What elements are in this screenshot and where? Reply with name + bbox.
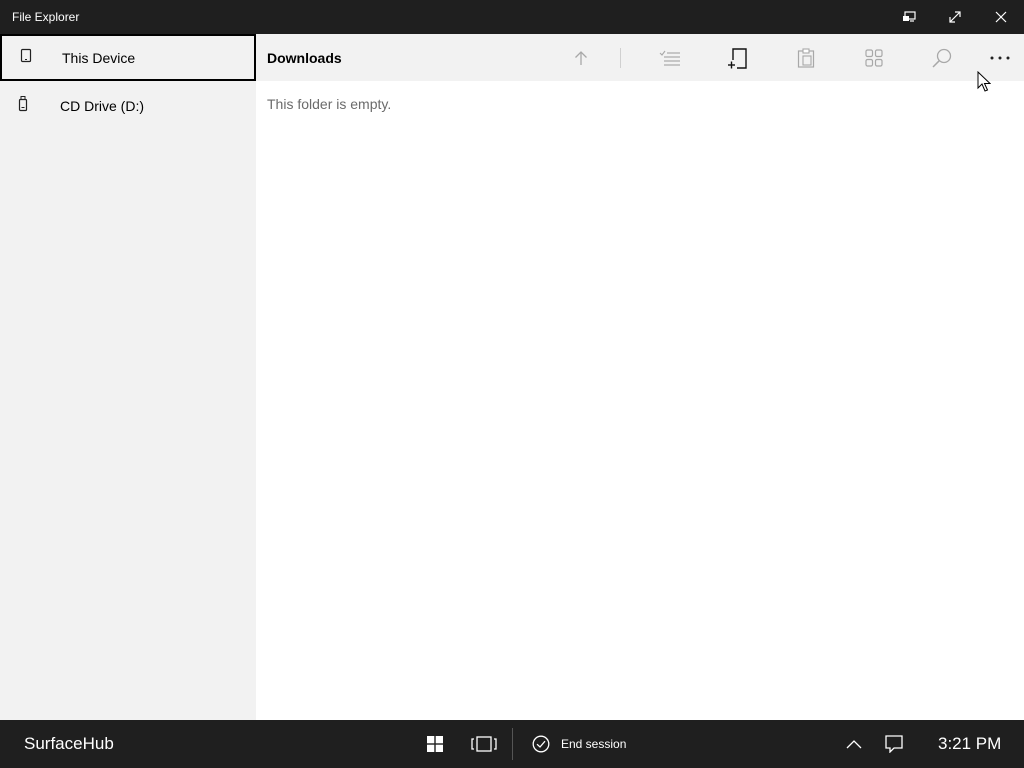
more-icon: [990, 56, 1010, 59]
action-center-button[interactable]: [880, 720, 908, 768]
display-switch-button[interactable]: [886, 0, 932, 34]
view-button[interactable]: [851, 34, 897, 81]
drive-icon: [18, 95, 28, 116]
select-button[interactable]: [647, 34, 693, 81]
toolbar-divider: [620, 48, 621, 68]
paste-icon: [797, 47, 815, 68]
taskbar: SurfaceHub End session 3:21 PM: [0, 720, 1024, 768]
maximize-button[interactable]: [932, 0, 978, 34]
new-folder-icon: [728, 47, 747, 69]
title-bar: File Explorer: [0, 0, 1024, 34]
new-folder-button[interactable]: [715, 34, 761, 81]
end-session-label: End session: [561, 737, 627, 751]
action-center-icon: [885, 735, 903, 753]
taskbar-divider: [512, 728, 513, 760]
check-circle-icon: [532, 735, 550, 753]
toolbar: Downloads: [256, 34, 1024, 81]
paste-button[interactable]: [783, 34, 829, 81]
folder-title: Downloads: [267, 50, 342, 66]
search-icon: [932, 48, 952, 68]
device-icon: [20, 48, 32, 67]
taskbar-clock[interactable]: 3:21 PM: [938, 734, 1001, 754]
search-button[interactable]: [919, 34, 965, 81]
task-view-icon: [471, 736, 497, 752]
up-button[interactable]: [558, 34, 604, 81]
select-list-icon: [659, 50, 680, 66]
display-switch-icon: [903, 11, 916, 22]
empty-folder-message: This folder is empty.: [267, 96, 392, 112]
maximize-icon: [949, 11, 961, 23]
view-grid-icon: [865, 48, 883, 67]
end-session-button[interactable]: End session: [532, 720, 626, 768]
sidebar-item-label: CD Drive (D:): [60, 97, 144, 114]
mouse-cursor-icon: [977, 71, 991, 92]
sidebar-item-label: This Device: [62, 49, 136, 66]
start-button[interactable]: [420, 720, 450, 768]
file-list-area[interactable]: This folder is empty.: [256, 81, 1024, 720]
chevron-up-icon: [846, 740, 862, 749]
window-title: File Explorer: [12, 10, 80, 24]
device-name: SurfaceHub: [24, 734, 114, 753]
task-view-button[interactable]: [466, 720, 502, 768]
close-icon: [995, 11, 1007, 23]
sidebar-item-cd-drive[interactable]: CD Drive (D:): [0, 82, 256, 129]
windows-start-icon: [427, 736, 443, 752]
sidebar: This Device CD Drive (D:): [0, 34, 256, 720]
sidebar-item-this-device[interactable]: This Device: [0, 34, 256, 81]
show-hidden-icons-button[interactable]: [840, 720, 868, 768]
up-arrow-icon: [575, 50, 587, 65]
close-button[interactable]: [978, 0, 1024, 34]
